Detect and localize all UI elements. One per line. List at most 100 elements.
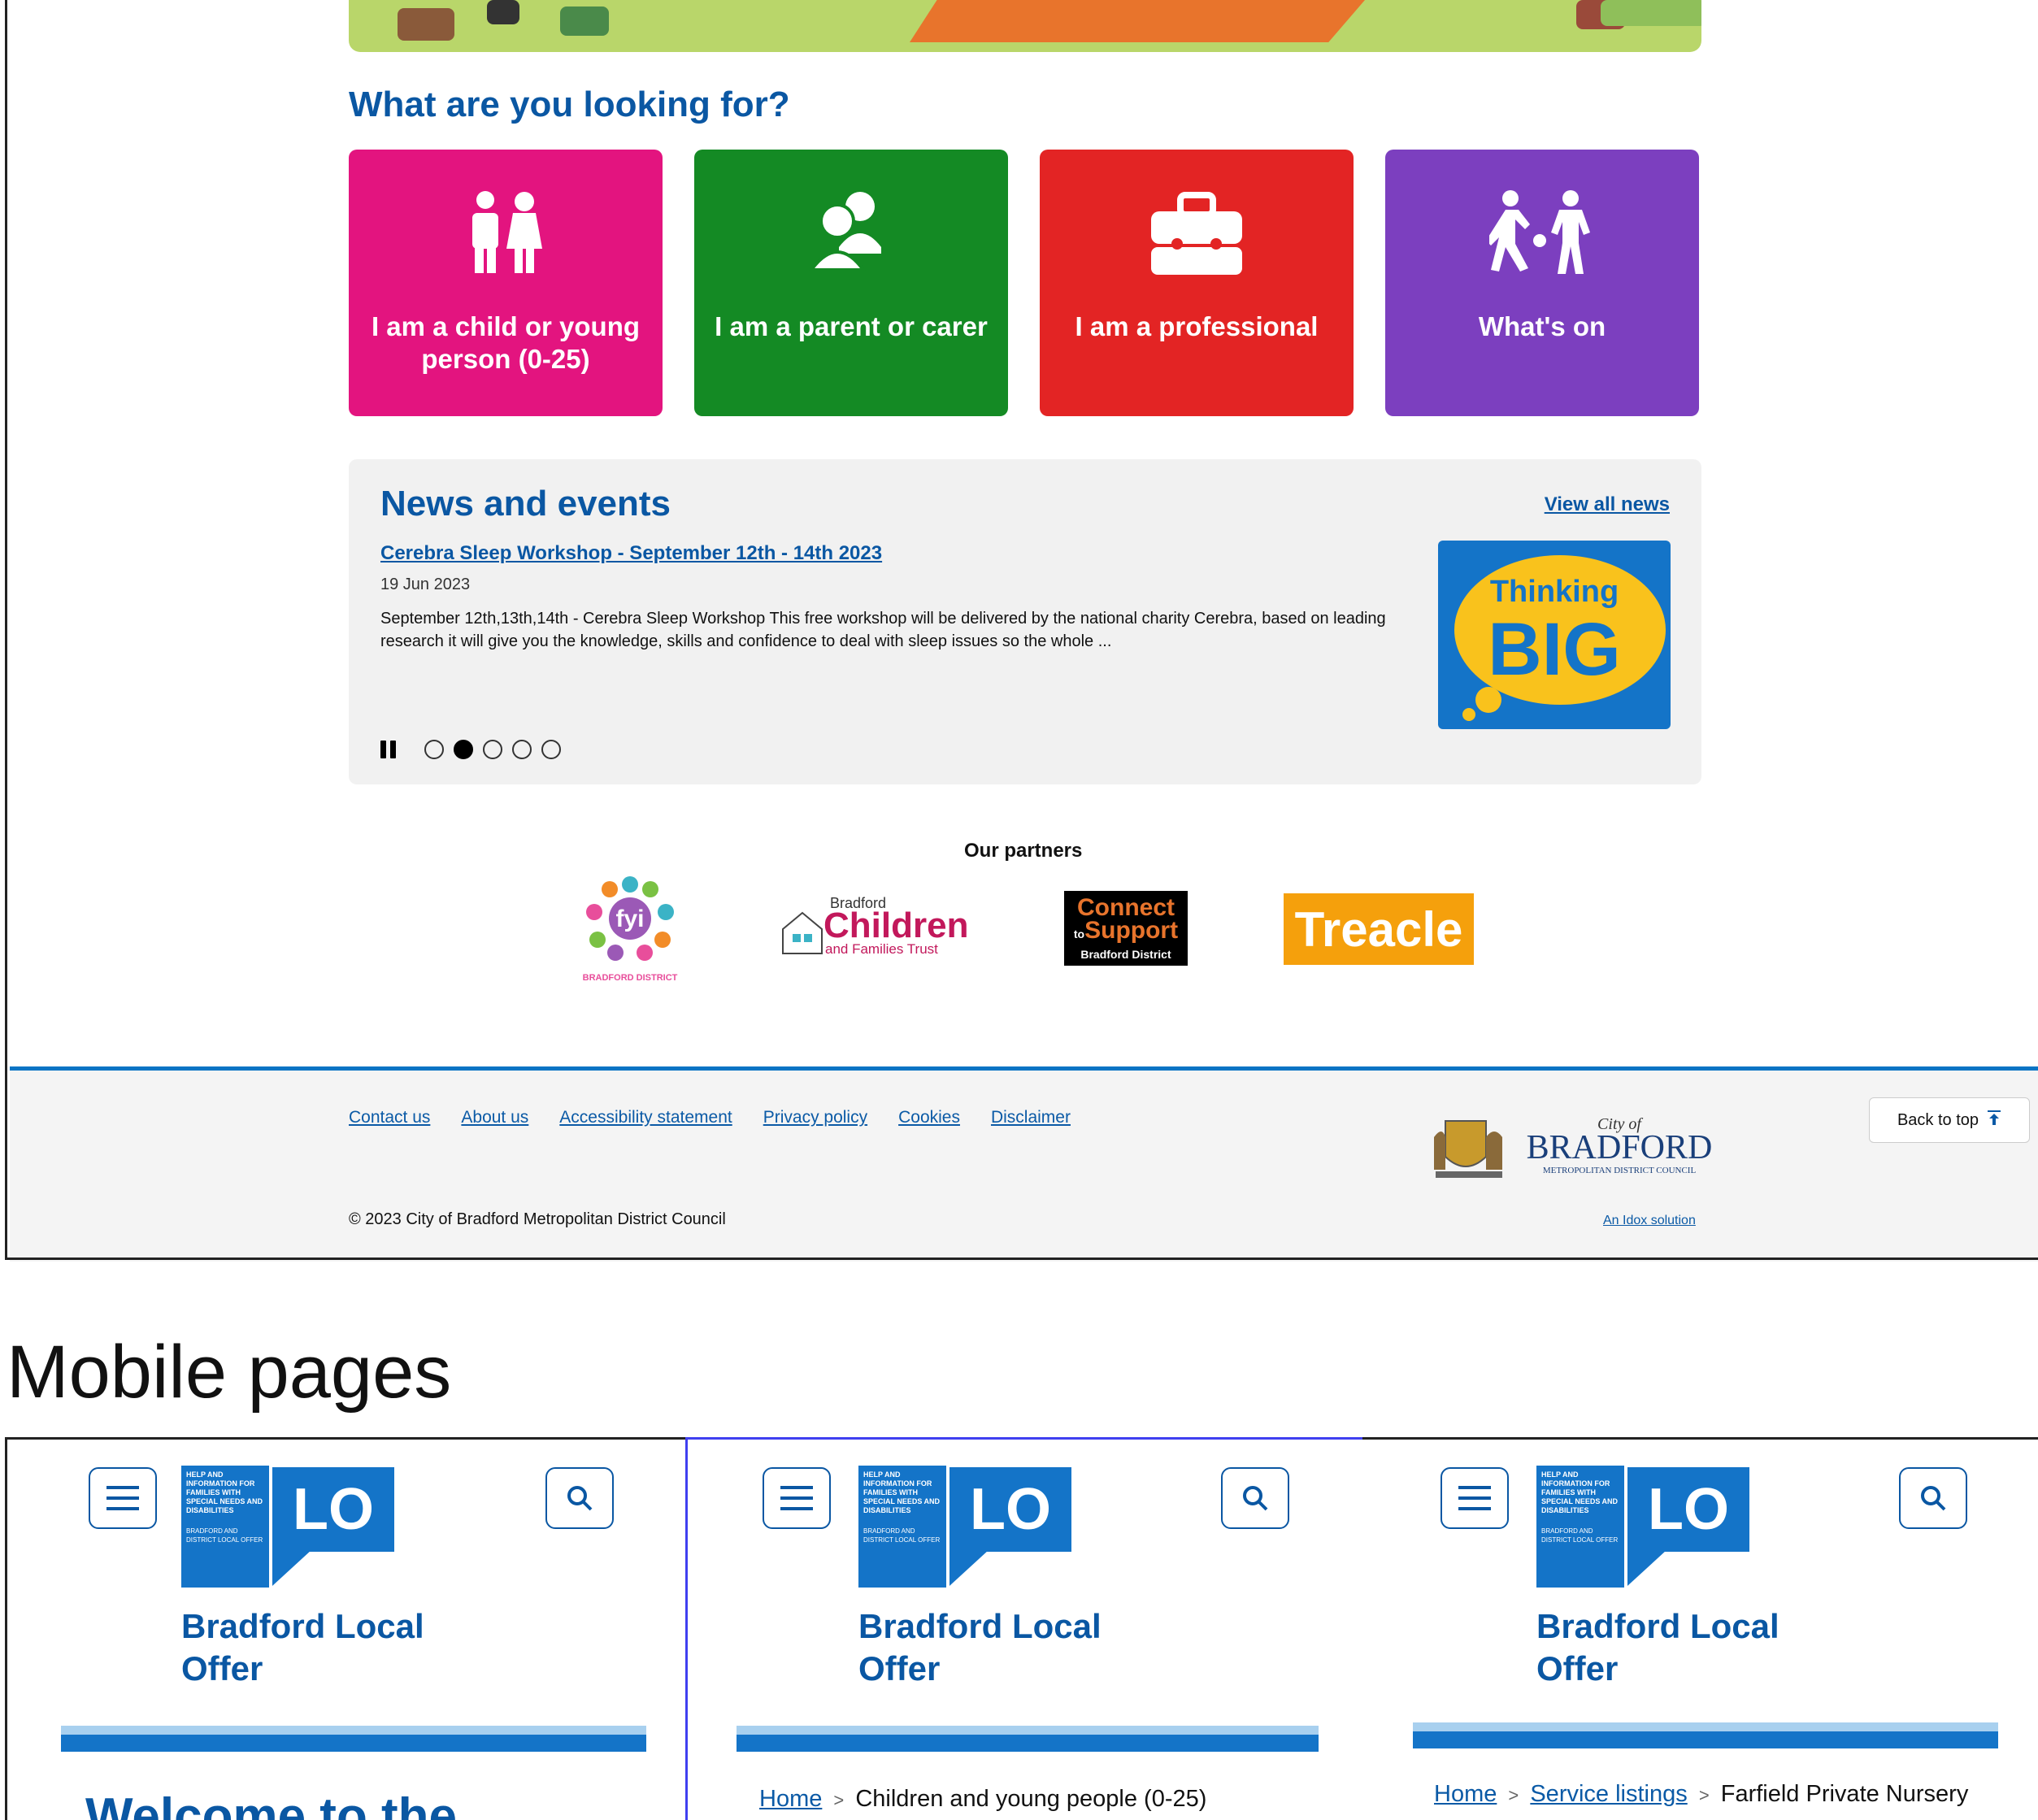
fyi-subtext: BRADFORD DISTRICT xyxy=(583,973,678,983)
tile-label: I am a professional xyxy=(1075,311,1319,341)
council-sub: METROPOLITAN DISTRICT COUNCIL xyxy=(1543,1166,1697,1175)
news-heading: News and events xyxy=(380,484,671,523)
welcome-heading: Welcome to the xyxy=(85,1788,458,1820)
logo-small-footer: BRADFORD AND DISTRICT LOCAL OFFER xyxy=(1541,1527,1619,1544)
tile-whats-on[interactable]: What's on xyxy=(1385,150,1699,416)
back-to-top-button[interactable]: Back to top xyxy=(1869,1097,2030,1143)
search-icon xyxy=(567,1486,593,1511)
search-icon xyxy=(1921,1486,1946,1511)
news-item-image: Thinking BIG xyxy=(1438,541,1671,729)
carousel-dot[interactable] xyxy=(424,740,444,759)
search-button[interactable] xyxy=(1221,1467,1289,1529)
footer-link-about[interactable]: About us xyxy=(461,1108,528,1127)
footer-link-accessibility[interactable]: Accessibility statement xyxy=(559,1108,732,1127)
logo-small-text: HELP AND INFORMATION FOR FAMILIES WITH S… xyxy=(1541,1470,1619,1514)
partners-heading: Our partners xyxy=(964,840,1083,862)
site-title-line: Offer xyxy=(181,1649,263,1688)
site-title[interactable]: Bradford Local Offer xyxy=(858,1605,1184,1690)
logo-lo[interactable]: LO xyxy=(949,1467,1071,1552)
idox-link[interactable]: An Idox solution xyxy=(1603,1214,1696,1228)
logo-text-block: HELP AND INFORMATION FOR FAMILIES WITH S… xyxy=(1536,1466,1624,1588)
breadcrumb-service-listings-link[interactable]: Service listings xyxy=(1530,1781,1687,1807)
cts-line2: to xyxy=(1073,927,1085,940)
play-icon xyxy=(1385,189,1699,274)
bcft-line3: and Families Trust xyxy=(825,941,938,957)
header-bar xyxy=(1413,1722,1998,1748)
frame-border xyxy=(5,0,7,1260)
partner-logo-bradford-children[interactable]: Bradford Children and Families Trust xyxy=(775,892,970,961)
breadcrumb-home-link[interactable]: Home xyxy=(1434,1781,1497,1807)
logo-small-text: HELP AND INFORMATION FOR FAMILIES WITH S… xyxy=(186,1470,263,1514)
desktop-screenshot: What are you looking for? I am a child o… xyxy=(0,0,2038,1262)
logo-tail xyxy=(1627,1550,1666,1586)
news-image-text: Thinking xyxy=(1489,575,1619,609)
footer-links: Contact us About us Accessibility statem… xyxy=(349,1108,1071,1127)
site-title[interactable]: Bradford Local Offer xyxy=(181,1605,506,1690)
breadcrumb-home-link[interactable]: Home xyxy=(759,1786,822,1812)
briefcase-icon xyxy=(1040,189,1354,275)
hamburger-icon xyxy=(780,1486,813,1510)
partner-logo-connect-to-support[interactable]: Connect toSupport Bradford District xyxy=(1064,891,1188,966)
header-bar xyxy=(737,1726,1319,1752)
news-image-text: BIG xyxy=(1488,608,1621,691)
menu-button[interactable] xyxy=(1441,1467,1509,1529)
footer-link-privacy[interactable]: Privacy policy xyxy=(763,1108,867,1127)
partner-logo-treacle[interactable]: Treacle xyxy=(1284,893,1474,965)
council-logo[interactable]: City of BRADFORD METROPOLITAN DISTRICT C… xyxy=(1432,1105,1717,1186)
hero-grass xyxy=(1601,0,1701,26)
menu-button[interactable] xyxy=(89,1467,157,1529)
pause-icon[interactable] xyxy=(380,741,398,758)
logo-text-block: HELP AND INFORMATION FOR FAMILIES WITH S… xyxy=(181,1466,269,1588)
menu-button[interactable] xyxy=(763,1467,831,1529)
site-title-line: Bradford Local xyxy=(1536,1607,1779,1645)
news-item-date: 19 Jun 2023 xyxy=(380,576,471,593)
footer-link-contact[interactable]: Contact us xyxy=(349,1108,430,1127)
news-item-link[interactable]: Cerebra Sleep Workshop - September 12th … xyxy=(380,542,882,565)
mobile-page-service: HELP AND INFORMATION FOR FAMILIES WITH S… xyxy=(1362,1437,2038,1820)
logo-tail xyxy=(949,1550,989,1586)
search-button[interactable] xyxy=(1899,1467,1967,1529)
site-title-line: Offer xyxy=(1536,1649,1619,1688)
site-title-line: Bradford Local xyxy=(858,1607,1102,1645)
search-button[interactable] xyxy=(545,1467,614,1529)
partner-logo-fyi[interactable]: fyi BRADFORD DISTRICT xyxy=(573,871,687,985)
logo-small-text: HELP AND INFORMATION FOR FAMILIES WITH S… xyxy=(863,1470,941,1514)
arrow-up-icon xyxy=(1987,1110,2001,1131)
hero-illustration xyxy=(349,0,1701,52)
footer-link-disclaimer[interactable]: Disclaimer xyxy=(991,1108,1071,1127)
footer-link-cookies[interactable]: Cookies xyxy=(898,1108,960,1127)
news-item-summary: September 12th,13th,14th - Cerebra Sleep… xyxy=(380,610,1386,650)
parents-icon xyxy=(694,189,1008,271)
logo-text-block: HELP AND INFORMATION FOR FAMILIES WITH S… xyxy=(858,1466,946,1588)
hero-rug xyxy=(910,0,1365,42)
carousel-dot[interactable] xyxy=(483,740,502,759)
tile-professional[interactable]: I am a professional xyxy=(1040,150,1354,416)
site-title-line: Bradford Local xyxy=(181,1607,424,1645)
children-icon xyxy=(349,189,663,273)
tile-parent-carer[interactable]: I am a parent or carer xyxy=(694,150,1008,416)
back-to-top-label: Back to top xyxy=(1897,1110,1979,1129)
logo-lo[interactable]: LO xyxy=(272,1467,394,1552)
tile-label: I am a child or young person (0-25) xyxy=(371,311,641,374)
header-bar xyxy=(61,1726,646,1752)
cts-line4: Bradford District xyxy=(1080,948,1171,961)
site-title[interactable]: Bradford Local Offer xyxy=(1536,1605,1862,1690)
carousel-dot-active[interactable] xyxy=(454,740,473,759)
tile-child-young-person[interactable]: I am a child or young person (0-25) xyxy=(349,150,663,416)
logo-small-footer: BRADFORD AND DISTRICT LOCAL OFFER xyxy=(863,1527,941,1544)
carousel-dot[interactable] xyxy=(512,740,532,759)
breadcrumb-current: Children and young people (0-25) xyxy=(855,1786,1207,1812)
breadcrumb-separator: > xyxy=(1698,1785,1710,1805)
cts-line3: Support xyxy=(1084,917,1179,944)
hero-figure xyxy=(560,7,609,36)
hamburger-icon xyxy=(1458,1486,1491,1510)
carousel-dot[interactable] xyxy=(541,740,561,759)
breadcrumb: Home > Children and young people (0-25) xyxy=(759,1786,1206,1813)
mobile-page-home: HELP AND INFORMATION FOR FAMILIES WITH S… xyxy=(5,1437,687,1820)
view-all-news-link[interactable]: View all news xyxy=(1545,493,1670,516)
search-icon xyxy=(1243,1486,1268,1511)
site-footer: Contact us About us Accessibility statem… xyxy=(10,1066,2038,1262)
copyright: © 2023 City of Bradford Metropolitan Dis… xyxy=(349,1210,726,1228)
logo-small-footer: BRADFORD AND DISTRICT LOCAL OFFER xyxy=(186,1527,263,1544)
logo-lo[interactable]: LO xyxy=(1627,1467,1749,1552)
